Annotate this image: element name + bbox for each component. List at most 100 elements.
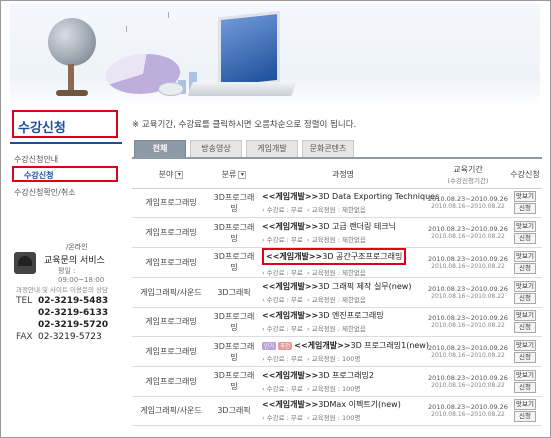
preview-button[interactable]: 맛보기 <box>514 399 536 411</box>
tab-broadcast[interactable]: 방송영상 <box>190 140 242 158</box>
table-row: 게임프로그래밍 3D프로그래밍 <<게임개발>>3D Data Exporting … <box>132 188 542 219</box>
course-period: 2010.08.23~2010.09.26 <box>428 284 508 293</box>
table-header-row: 분야 ▾ 분류 ▾ 과정명 교육기간 (수강신청기간) 수강신청 <box>132 162 542 189</box>
contact-fax: FAX 02-3219-5723 <box>16 332 102 342</box>
cell-period: 2010.08.23~2010.09.26 2010.08.16~2010.08.… <box>428 336 508 367</box>
course-title: 3D 고급 랜더링 테크닉 <box>318 222 397 232</box>
course-link[interactable]: <<게임개발>>3D Data Exporting Techniques <box>262 191 439 202</box>
sort-instruction: ※ 교육기간, 수강료를 클릭하시면 오름차순으로 정렬이 됩니다. <box>132 120 357 130</box>
course-apply-period: 2010.08.16~2010.08.22 <box>431 352 505 360</box>
course-period: 2010.08.23~2010.09.26 <box>428 403 508 412</box>
tab-underline <box>132 157 542 159</box>
course-link[interactable]: <<게임개발>>3D 프로그래밍2 <box>262 370 428 381</box>
course-link[interactable]: <<게임개발>>3DMax 이펙트기(new) <box>262 399 428 410</box>
table-row: 게임프로그래밍 3D프로그래밍 <<게임개발>>3D 프로그래밍2 › 수강료 : 무… <box>132 366 542 397</box>
apply-button[interactable]: 신청 <box>514 411 536 423</box>
preview-button[interactable]: 맛보기 <box>514 280 536 292</box>
course-meta: › 수강료 : 무료 › 교육정원 : 제한없음 <box>262 236 366 245</box>
cell-course: 인기 추천 <<게임개발>>3D 프로그래밍1(new) › 수강료 : 무료 › 교… <box>258 336 429 367</box>
cell-category: 3D프로그래밍 <box>210 247 258 278</box>
tab-all[interactable]: 전체 <box>134 140 186 158</box>
preview-button[interactable]: 맛보기 <box>514 191 536 203</box>
apply-button[interactable]: 신청 <box>514 262 536 274</box>
table-row: 게임그래픽/사운드 3D그래픽 <<게임개발>>3D 그래픽 제작 실무(new) ›… <box>132 277 542 308</box>
course-highlight-box: <<게임개발>>3D 공간구조프로그래밍 <box>262 247 407 265</box>
laptop-base <box>187 82 297 96</box>
course-apply-period: 2010.08.16~2010.08.22 <box>431 381 505 389</box>
tab-game-dev[interactable]: 게임개발 <box>246 140 298 158</box>
cell-actions: 맛보기 신청 <box>508 307 542 338</box>
course-apply-period: 2010.08.16~2010.08.22 <box>431 262 505 270</box>
mouse-illustration <box>158 82 184 96</box>
cell-course: <<게임개발>>3D 공간구조프로그래밍 › 수강료 : 무료 › 교육정원 : … <box>258 247 428 278</box>
course-title: 3D 공간구조프로그래밍 <box>322 251 403 261</box>
apply-button[interactable]: 신청 <box>514 292 536 304</box>
course-period: 2010.08.23~2010.09.26 <box>428 225 508 234</box>
course-meta: › 수강료 : 무료 › 교육정원 : 제한없음 <box>262 295 366 304</box>
chevron-down-icon[interactable]: ▾ <box>175 170 184 179</box>
course-badge: 인기 <box>262 342 277 351</box>
course-apply-period: 2010.08.16~2010.08.22 <box>431 411 505 419</box>
contact-phone: 02-3219-5720 <box>38 320 109 330</box>
cell-actions: 맛보기 신청 <box>508 396 542 427</box>
course-meta: › 수강료 : 무료 › 교육정원 : 제한없음 <box>262 268 366 277</box>
course-prefix: <<게임개발>> <box>262 400 319 410</box>
course-link[interactable]: <<게임개발>>3D 공간구조프로그래밍 <box>262 247 428 265</box>
cell-actions: 맛보기 신청 <box>508 188 542 219</box>
course-link[interactable]: <<게임개발>>3D 고급 랜더링 테크닉 <box>262 221 428 232</box>
chevron-down-icon[interactable]: ▾ <box>238 170 247 179</box>
apply-button[interactable]: 신청 <box>514 381 536 393</box>
cell-course: <<게임개발>>3D 고급 랜더링 테크닉 › 수강료 : 무료 › 교육정원 :… <box>258 217 428 248</box>
cell-category: 3D그래픽 <box>210 277 258 308</box>
tab-culture-content[interactable]: 문화콘텐츠 <box>302 140 354 158</box>
header-period[interactable]: 교육기간 (수강신청기간) <box>428 162 508 189</box>
table-row: 게임프로그래밍 3D프로그래밍 인기 추천 <<게임개발>>3D 프로그래밍1(new)… <box>132 336 542 367</box>
cell-period: 2010.08.23~2010.09.26 2010.08.16~2010.08.… <box>428 307 508 338</box>
contact-service-title: 교육문의 서비스 <box>44 256 105 266</box>
cell-field: 게임프로그래밍 <box>132 307 210 338</box>
preview-button[interactable]: 맛보기 <box>514 340 536 352</box>
preview-button[interactable]: 맛보기 <box>514 310 536 322</box>
header-course: 과정명 <box>258 162 428 189</box>
cell-field: 게임프로그래밍 <box>132 366 210 397</box>
course-prefix: <<게임개발>> <box>262 370 319 380</box>
sidebar-divider <box>10 142 122 144</box>
course-link[interactable]: <<게임개발>>3D 엔진프로그래밍 <box>262 310 428 321</box>
course-meta: › 수강료 : 무료 › 교육정원 : 100명 <box>262 384 361 393</box>
cell-course: <<게임개발>>3D 그래픽 제작 실무(new) › 수강료 : 무료 › 교육… <box>258 277 428 308</box>
course-title: 3D 엔진프로그래밍 <box>318 311 384 321</box>
preview-button[interactable]: 맛보기 <box>514 250 536 262</box>
sidebar-item-guide[interactable]: 수강신청안내 <box>14 154 58 165</box>
apply-button[interactable]: 신청 <box>514 233 536 245</box>
header-field[interactable]: 분야 ▾ <box>132 162 210 189</box>
cell-field: 게임그래픽/사운드 <box>132 277 210 308</box>
course-link[interactable]: 인기 추천 <<게임개발>>3D 프로그래밍1(new) <box>262 340 429 351</box>
sidebar-item-confirm-cancel[interactable]: 수강신청확인/취소 <box>14 187 76 198</box>
cell-field: 게임그래픽/사운드 <box>132 396 210 427</box>
course-period: 2010.08.23~2010.09.26 <box>428 373 508 382</box>
cell-period: 2010.08.23~2010.09.26 2010.08.16~2010.08.… <box>428 277 508 308</box>
course-link[interactable]: <<게임개발>>3D 그래픽 제작 실무(new) <box>262 281 428 292</box>
course-title: 3DMax 이펙트기(new) <box>318 400 401 410</box>
course-title: 3D Data Exporting Techniques <box>318 192 440 202</box>
cell-period: 2010.08.23~2010.09.26 2010.08.16~2010.08.… <box>428 188 508 219</box>
cell-actions: 맛보기 신청 <box>508 217 542 248</box>
apply-button[interactable]: 신청 <box>514 322 536 334</box>
course-prefix: <<게임개발>> <box>262 222 319 232</box>
cell-category: 3D프로그래밍 <box>210 336 258 367</box>
apply-button[interactable]: 신청 <box>514 203 536 215</box>
contact-hours: 평일 : 09:00~18:00 <box>58 267 105 284</box>
course-prefix: <<게임개발>> <box>262 311 319 321</box>
cell-period: 2010.08.23~2010.09.26 2010.08.16~2010.08.… <box>428 217 508 248</box>
sidebar-item-apply[interactable]: 수강신청 <box>12 166 118 182</box>
cell-category: 3D프로그래밍 <box>210 217 258 248</box>
table-row: 게임프로그래밍 3D프로그래밍 <<게임개발>>3D 엔진프로그래밍 › 수강료 : … <box>132 307 542 338</box>
apply-button[interactable]: 신청 <box>514 352 536 364</box>
sidebar: 수강신청 수강신청안내 수강신청 수강신청확인/취소 /온라인 교육문의 서비스… <box>10 108 122 430</box>
course-prefix: <<게임개발>> <box>262 192 319 202</box>
header-category[interactable]: 분류 ▾ <box>210 162 258 189</box>
preview-button[interactable]: 맛보기 <box>514 221 536 233</box>
table-row: 게임그래픽/사운드 3D그래픽 <<게임개발>>3DMax 이펙트기(new) › 수… <box>132 396 542 427</box>
course-prefix: <<게임개발>> <box>266 251 323 261</box>
preview-button[interactable]: 맛보기 <box>514 369 536 381</box>
